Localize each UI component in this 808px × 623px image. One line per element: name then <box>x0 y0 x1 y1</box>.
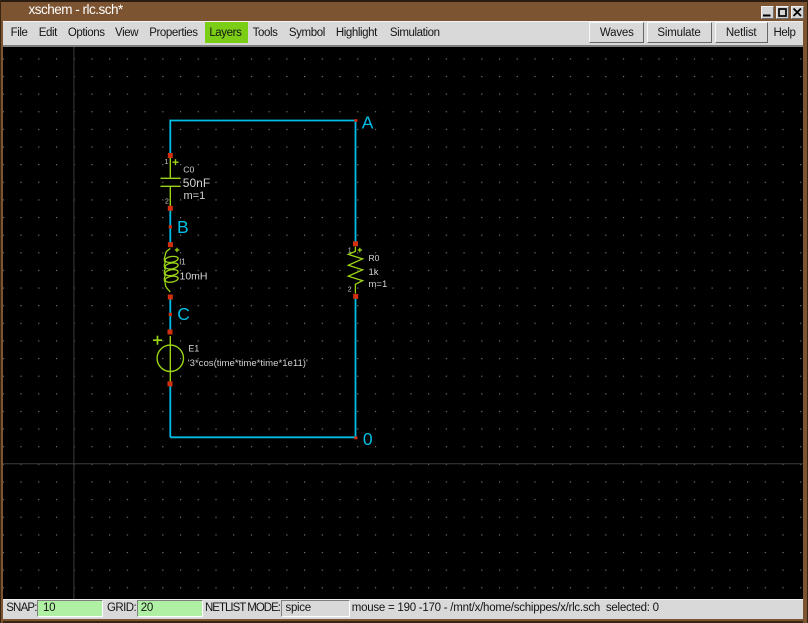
svg-text:m=1: m=1 <box>184 190 206 202</box>
svg-text:2: 2 <box>165 199 169 206</box>
svg-text:50nF: 50nF <box>183 176 210 190</box>
svg-text:1k: 1k <box>369 267 379 278</box>
svg-text:R0: R0 <box>369 253 380 263</box>
svg-text:1: 1 <box>165 159 169 166</box>
svg-text:m=1: m=1 <box>369 279 388 290</box>
svg-text:E1: E1 <box>188 344 199 354</box>
svg-text:1: 1 <box>348 248 352 255</box>
svg-text:A: A <box>362 112 374 132</box>
svg-text:C: C <box>177 304 190 324</box>
svg-text:l1: l1 <box>179 257 186 266</box>
svg-text:0: 0 <box>363 429 373 449</box>
svg-text:10mH: 10mH <box>180 271 208 283</box>
svg-text:'3*cos(time*time*time*1e11)': '3*cos(time*time*time*1e11)' <box>188 358 308 368</box>
svg-text:C0: C0 <box>183 164 194 174</box>
svg-text:2: 2 <box>348 287 352 294</box>
svg-text:B: B <box>177 217 189 237</box>
